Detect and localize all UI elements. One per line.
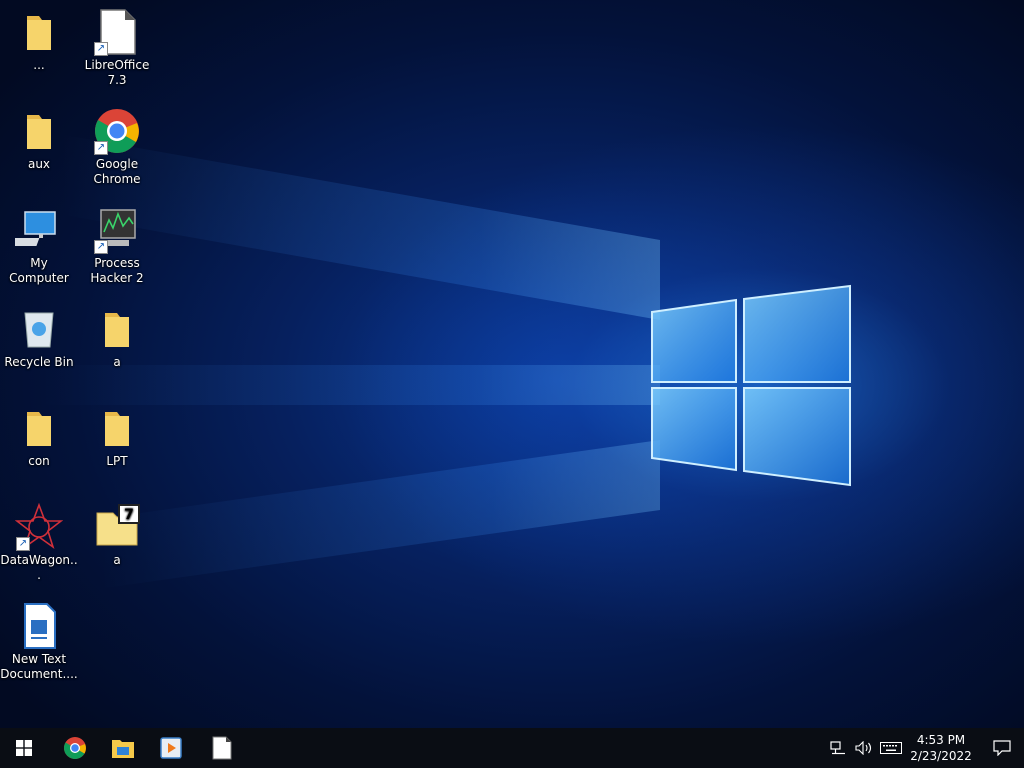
network-tray-button[interactable] [826,728,850,768]
shortcut-arrow-icon: ↗ [94,240,108,254]
desktop-icon-label: a [113,553,121,567]
desktop-icon-dots-folder[interactable]: ... [0,8,78,73]
desktop-icon-label: LibreOffice 7.3 [84,58,150,87]
folder-icon [15,107,63,155]
desktop-icon-a-7zip[interactable]: 7 a [78,503,156,568]
recycle-bin-icon [15,305,63,353]
windows-logo-wallpaper [651,284,851,487]
desktop-icon-label: a [113,355,121,369]
taskbar: 4:53 PM 2/23/2022 [0,728,1024,768]
chrome-icon: ↗ [93,107,141,155]
volume-tray-button[interactable] [852,728,876,768]
desktop-icon-new-text-document[interactable]: New Text Document.... [0,602,78,682]
desktop-icon-label: Google Chrome [93,157,141,186]
libreoffice-icon: ↗ [93,8,141,56]
desktop-icon-datawagon[interactable]: ↗ DataWagon... [0,502,78,583]
volume-icon [855,741,872,755]
desktop-icon-my-computer[interactable]: My Computer [0,206,78,286]
desktop-icon-lpt[interactable]: LPT [78,404,156,469]
writer-document-icon [15,602,63,650]
desktop-icon-label: LPT [106,454,128,468]
7zip-archive-icon: 7 [93,503,141,551]
shortcut-arrow-icon: ↗ [94,42,108,56]
desktop-background[interactable]: ... aux My Computer Recycle Bin con ↗ Da… [0,0,1024,728]
desktop-icon-label: Recycle Bin [4,355,74,369]
keyboard-icon [880,742,902,754]
desktop-icon-label: aux [27,157,51,171]
action-center-button[interactable] [980,728,1024,768]
desktop-icon-label: ... [33,58,45,72]
desktop-icon-process-hacker[interactable]: ↗ Process Hacker 2 [78,206,156,286]
light-beam [100,440,660,589]
desktop-icon-label: New Text Document.... [0,652,78,681]
desktop-icon-a-folder[interactable]: a [78,305,156,370]
clock-date: 2/23/2022 [910,749,972,763]
media-player-icon [160,737,182,759]
desktop-icon-aux[interactable]: aux [0,107,78,172]
blank-document-icon [212,736,232,760]
desktop-icon-label: DataWagon... [0,553,78,582]
desktop-icon-label: con [28,454,50,468]
desktop-icon-google-chrome[interactable]: ↗ Google Chrome [78,107,156,187]
keyboard-tray-button[interactable] [878,728,904,768]
desktop-icon-label: My Computer [9,256,69,285]
folder-icon [93,404,141,452]
chrome-icon [64,737,86,759]
process-hacker-icon: ↗ [93,206,141,254]
desktop-icon-con[interactable]: con [0,404,78,469]
clock-time: 4:53 PM [916,733,966,747]
desktop-icon-recycle-bin[interactable]: Recycle Bin [0,305,78,370]
svg-text:7: 7 [124,507,134,523]
datawagon-icon: ↗ [14,502,64,551]
file-explorer-icon [112,740,134,758]
taskbar-document-button[interactable] [198,728,246,768]
light-beam [40,365,660,405]
taskbar-chrome-button[interactable] [51,728,99,768]
taskbar-media-player-button[interactable] [147,728,195,768]
folder-icon [93,305,141,353]
taskbar-clock[interactable]: 4:53 PM 2/23/2022 [906,732,976,764]
network-icon [830,741,845,755]
windows-logo-icon [16,740,32,756]
taskbar-file-explorer-button[interactable] [99,728,147,768]
folder-icon [15,8,63,56]
desktop-icon-label: Process Hacker 2 [90,256,144,285]
shortcut-arrow-icon: ↗ [16,537,30,551]
shortcut-arrow-icon: ↗ [94,141,108,155]
desktop-icon-libreoffice[interactable]: ↗ LibreOffice 7.3 [78,8,156,88]
action-center-icon [993,740,1011,756]
start-button[interactable] [0,728,48,768]
folder-icon [15,404,63,452]
computer-icon [6,206,63,254]
